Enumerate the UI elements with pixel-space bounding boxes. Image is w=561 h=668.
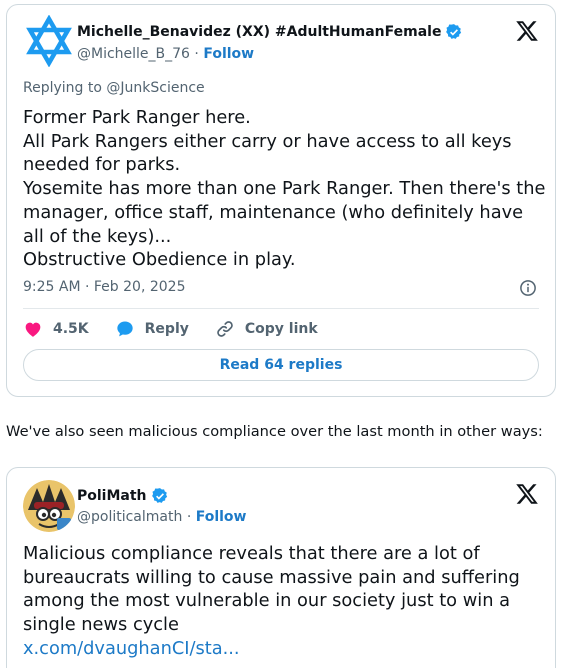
tweet-text-line: Obstructive Obedience in play. <box>23 249 296 271</box>
avatar[interactable] <box>23 480 75 532</box>
tweet-link[interactable]: x.com/dvaughanCI/sta... <box>23 637 545 661</box>
link-icon <box>217 321 233 337</box>
tweet-card-michelle[interactable]: Michelle_Benavidez (XX) #AdultHumanFemal… <box>6 4 556 397</box>
copy-link-button[interactable]: Copy link <box>215 319 318 339</box>
tweet-text-line: bureaucrats willing to cause massive pai… <box>23 566 520 588</box>
reply-label: Reply <box>144 321 189 337</box>
x-logo-icon[interactable] <box>515 482 539 506</box>
tweet-text-line: among the most vulnerable in our society… <box>23 590 511 612</box>
info-icon[interactable] <box>519 279 537 297</box>
tweet-text-line: all of the keys)... <box>23 225 172 247</box>
like-count: 4.5K <box>53 321 89 337</box>
replying-to-label[interactable]: Replying to @JunkScience <box>23 80 205 96</box>
tweet-timestamp[interactable]: 9:25 AM · Feb 20, 2025 <box>23 279 185 295</box>
author-name[interactable]: PoliMath <box>77 488 147 504</box>
author-row: PoliMath <box>77 487 169 505</box>
star-of-david-icon[interactable] <box>23 15 75 67</box>
like-button[interactable]: 4.5K <box>23 319 89 339</box>
divider <box>23 308 539 309</box>
follow-button[interactable]: Follow <box>196 509 247 525</box>
reply-button[interactable]: Reply <box>115 319 189 339</box>
tweet-text: Former Park Ranger here. All Park Ranger… <box>23 106 545 272</box>
verified-badge-icon <box>446 24 462 39</box>
copy-link-label: Copy link <box>244 321 318 337</box>
verified-badge-icon <box>151 488 167 503</box>
tweet-text-line: Former Park Ranger here. <box>23 107 251 128</box>
handle-separator: · <box>186 509 192 525</box>
tweet-text: Malicious compliance reveals that there … <box>23 542 545 661</box>
author-name[interactable]: Michelle_Benavidez (XX) #AdultHumanFemal… <box>77 24 441 40</box>
tweet-card-polimath[interactable]: PoliMath @politicalmath · Follow Malicio… <box>6 467 556 668</box>
tweet-text-line: Yosemite has more than one Park Ranger. … <box>23 178 546 200</box>
x-logo-icon[interactable] <box>515 19 539 43</box>
follow-button[interactable]: Follow <box>203 46 254 62</box>
author-handle[interactable]: @politicalmath <box>77 509 182 525</box>
tweet-text-line: manager, office staff, maintenance (who … <box>23 201 524 223</box>
body-paragraph: We've also seen malicious compliance ove… <box>6 423 543 440</box>
author-row: Michelle_Benavidez (XX) #AdultHumanFemal… <box>77 23 463 41</box>
heart-icon <box>25 322 41 337</box>
tweet-text-line: Malicious compliance reveals that there … <box>23 543 480 564</box>
handle-row: @politicalmath · Follow <box>77 509 246 525</box>
author-handle[interactable]: @Michelle_B_76 <box>77 46 190 62</box>
handle-row: @Michelle_B_76 · Follow <box>77 46 254 62</box>
tweet-actions: 4.5K Reply Copy link <box>23 319 344 339</box>
read-replies-button[interactable]: Read 64 replies <box>23 349 539 381</box>
tweet-text-line: needed for parks. <box>23 154 181 176</box>
tweet-text-line: single news cycle <box>23 614 179 636</box>
tweet-text-line: All Park Rangers either carry or have ac… <box>23 130 512 152</box>
reply-bubble-icon <box>116 321 133 337</box>
handle-separator: · <box>194 46 199 62</box>
